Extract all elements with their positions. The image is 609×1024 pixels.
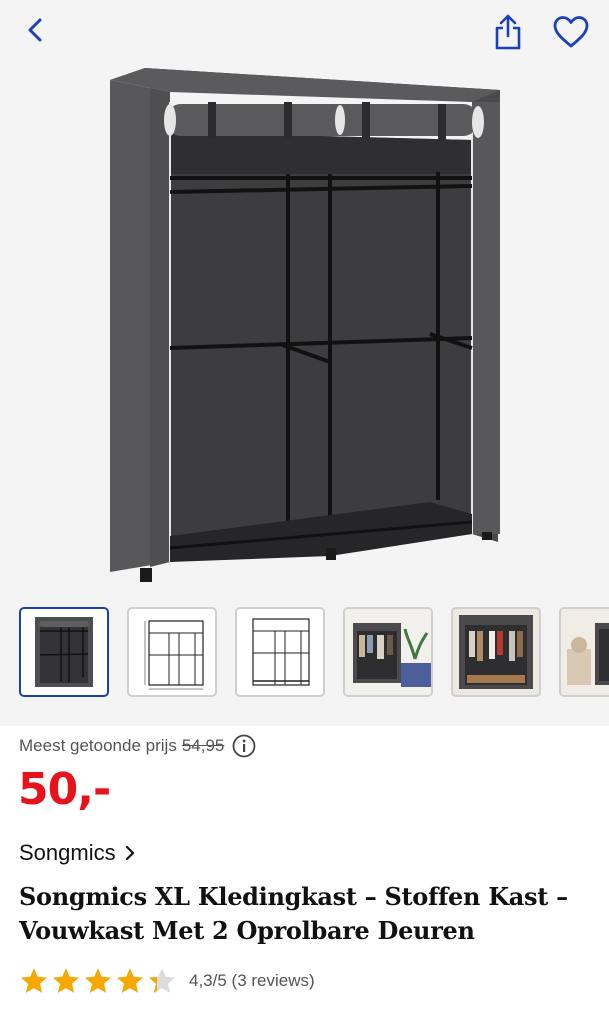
thumbnail-product-photo[interactable] [19, 607, 109, 697]
back-button[interactable] [16, 10, 56, 50]
brand-link[interactable]: Songmics [19, 840, 136, 866]
star-full-icon [53, 968, 79, 993]
thumbnail-open-wardrobe-scene[interactable] [451, 607, 541, 697]
chevron-left-icon [28, 18, 42, 42]
thumbnail-room-scene[interactable] [559, 607, 609, 697]
reference-price-label: Meest getoonde prijs [19, 736, 177, 755]
star-full-icon [85, 968, 111, 993]
share-button[interactable] [486, 10, 530, 54]
thumbnail-dimension-drawing[interactable] [127, 607, 217, 697]
product-main-image[interactable] [100, 62, 510, 592]
thumbnail-bedroom-scene[interactable] [343, 607, 433, 697]
thumbnail-strip[interactable] [0, 607, 609, 703]
thumbnail-frame-drawing[interactable] [235, 607, 325, 697]
rating-row[interactable]: 4,3/5 (3 reviews) [19, 966, 315, 996]
reference-price-row: Meest getoonde prijs 54,95 [19, 734, 256, 758]
current-price: 50,- [18, 764, 111, 815]
star-full-icon [21, 968, 47, 993]
brand-name: Songmics [19, 840, 116, 865]
product-title: Songmics XL Kledingkast – Stoffen Kast –… [19, 882, 568, 945]
rating-text: 4,3/5 (3 reviews) [189, 971, 315, 990]
star-partial-icon [149, 968, 175, 993]
old-price: 54,95 [181, 736, 225, 755]
star-full-icon [117, 968, 143, 993]
share-icon [495, 14, 521, 50]
chevron-right-icon [125, 845, 134, 861]
favorite-button[interactable] [548, 10, 594, 54]
info-icon[interactable] [232, 734, 256, 758]
rating-stars [19, 966, 179, 996]
heart-icon [553, 16, 589, 48]
